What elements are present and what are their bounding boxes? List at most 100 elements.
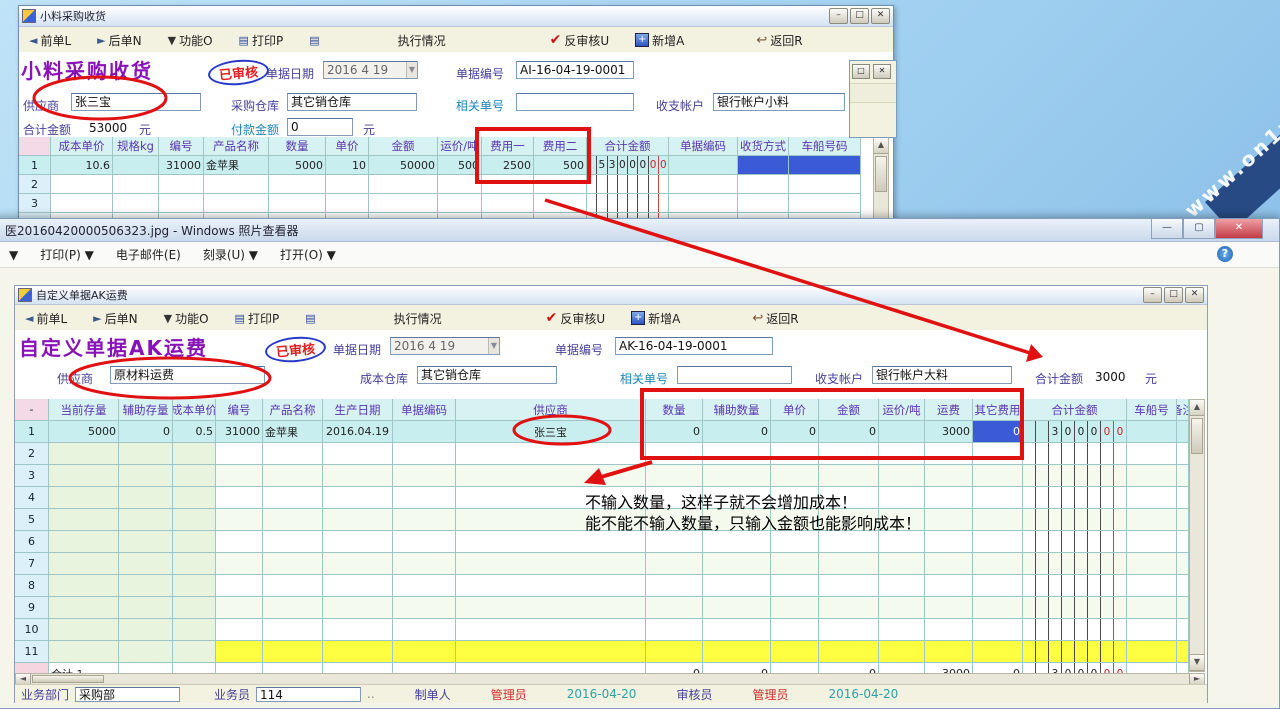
- table-cell[interactable]: [1177, 553, 1189, 574]
- table-cell[interactable]: [771, 641, 819, 662]
- table-cell[interactable]: [323, 553, 393, 574]
- toolbar-button-printer-small[interactable]: ▤: [305, 312, 315, 325]
- table-cell[interactable]: [393, 619, 456, 640]
- table-cell[interactable]: [925, 487, 973, 508]
- table-cell[interactable]: [456, 575, 646, 596]
- table-cell[interactable]: [49, 509, 119, 530]
- table-cell[interactable]: 5000: [269, 156, 326, 174]
- scroll-right-icon[interactable]: ►: [1189, 674, 1204, 684]
- table-cell[interactable]: [323, 531, 393, 552]
- table-cell[interactable]: [1177, 641, 1189, 662]
- row-number[interactable]: 3: [19, 194, 51, 212]
- table-cell[interactable]: 金苹果: [204, 156, 269, 174]
- row-number[interactable]: 6: [15, 531, 49, 552]
- table-cell[interactable]: [1177, 597, 1189, 618]
- close-button[interactable]: ✕: [1215, 219, 1263, 239]
- table-cell[interactable]: [456, 597, 646, 618]
- table-cell[interactable]: [1127, 575, 1177, 596]
- warehouse-field[interactable]: 其它销仓库: [417, 366, 557, 384]
- table-cell[interactable]: [263, 487, 323, 508]
- table-cell[interactable]: [393, 465, 456, 486]
- table-cell[interactable]: [119, 597, 173, 618]
- row-number[interactable]: 4: [15, 487, 49, 508]
- scroll-thumb[interactable]: [32, 675, 104, 683]
- row-number[interactable]: 10: [15, 619, 49, 640]
- table-cell[interactable]: 0: [703, 421, 771, 442]
- table-cell[interactable]: [482, 175, 534, 193]
- table-cell[interactable]: [49, 619, 119, 640]
- row-number[interactable]: 2: [19, 175, 51, 193]
- table-cell[interactable]: [1177, 619, 1189, 640]
- minimize-button[interactable]: —: [1151, 219, 1183, 239]
- row-number[interactable]: 8: [15, 575, 49, 596]
- table-cell[interactable]: [819, 443, 879, 464]
- table-cell[interactable]: [925, 619, 973, 640]
- table-cell[interactable]: [1177, 487, 1189, 508]
- table-cell[interactable]: [703, 641, 771, 662]
- doc-no-field[interactable]: AK-16-04-19-0001: [615, 337, 773, 355]
- table-cell[interactable]: [393, 531, 456, 552]
- table-cell[interactable]: [49, 443, 119, 464]
- table-cell[interactable]: [819, 465, 879, 486]
- maximize-button[interactable]: □: [850, 8, 869, 24]
- chevron-down-icon[interactable]: ▼: [488, 338, 499, 354]
- table-cell[interactable]: [263, 619, 323, 640]
- table-cell[interactable]: [925, 553, 973, 574]
- table-cell[interactable]: [973, 597, 1023, 618]
- table-cell[interactable]: [646, 465, 703, 486]
- table-cell[interactable]: 0: [819, 421, 879, 442]
- table-cell[interactable]: [173, 619, 216, 640]
- table-cell[interactable]: [534, 194, 587, 212]
- scroll-up-icon[interactable]: ▲: [874, 138, 888, 154]
- table-cell[interactable]: [326, 175, 369, 193]
- table-cell[interactable]: [1177, 575, 1189, 596]
- table-cell[interactable]: 0: [973, 421, 1023, 442]
- more-button[interactable]: ..: [367, 687, 375, 701]
- table-cell[interactable]: 0: [646, 421, 703, 442]
- table-cell[interactable]: [113, 156, 159, 174]
- table-cell[interactable]: [925, 575, 973, 596]
- scroll-down-icon[interactable]: ▼: [1190, 654, 1204, 671]
- table-cell[interactable]: [925, 531, 973, 552]
- table-cell[interactable]: [216, 641, 263, 662]
- table-cell[interactable]: [263, 465, 323, 486]
- table-cell[interactable]: [669, 175, 738, 193]
- table-cell[interactable]: 0: [771, 421, 819, 442]
- table-cell[interactable]: [973, 575, 1023, 596]
- table-cell[interactable]: [119, 553, 173, 574]
- table-cell[interactable]: [482, 194, 534, 212]
- table-cell[interactable]: [173, 575, 216, 596]
- row-number[interactable]: 3: [15, 465, 49, 486]
- scroll-up-icon[interactable]: ▲: [1190, 400, 1204, 416]
- table-cell[interactable]: [703, 443, 771, 464]
- table-cell[interactable]: [173, 465, 216, 486]
- close-icon[interactable]: ✕: [873, 64, 891, 79]
- menu-item[interactable]: 电子邮件(E): [116, 246, 181, 263]
- table-cell[interactable]: [263, 443, 323, 464]
- table-cell[interactable]: [771, 443, 819, 464]
- row-number[interactable]: 1: [19, 156, 51, 174]
- table-cell[interactable]: [973, 553, 1023, 574]
- scroll-left-icon[interactable]: ◄: [16, 674, 31, 684]
- table-cell[interactable]: [216, 553, 263, 574]
- table-cell[interactable]: [326, 194, 369, 212]
- table-cell[interactable]: [49, 553, 119, 574]
- toolbar-button-执行情况[interactable]: 执行情况: [398, 32, 446, 49]
- clerk-field[interactable]: 114: [256, 687, 361, 702]
- table-cell[interactable]: 500: [534, 156, 587, 174]
- table-cell[interactable]: [456, 553, 646, 574]
- table-cell[interactable]: [819, 553, 879, 574]
- table-cell[interactable]: [1127, 619, 1177, 640]
- related-doc-field[interactable]: [677, 366, 792, 384]
- table-cell[interactable]: [119, 509, 173, 530]
- table-cell[interactable]: [263, 575, 323, 596]
- maximize-button[interactable]: □: [1164, 287, 1183, 303]
- row-number[interactable]: 9: [15, 597, 49, 618]
- table-cell[interactable]: [1177, 421, 1189, 442]
- table-cell[interactable]: [646, 619, 703, 640]
- table-cell[interactable]: [456, 443, 646, 464]
- table-cell[interactable]: 5000: [49, 421, 119, 442]
- table-cell[interactable]: [269, 194, 326, 212]
- table-cell[interactable]: [771, 619, 819, 640]
- table-cell[interactable]: [323, 487, 393, 508]
